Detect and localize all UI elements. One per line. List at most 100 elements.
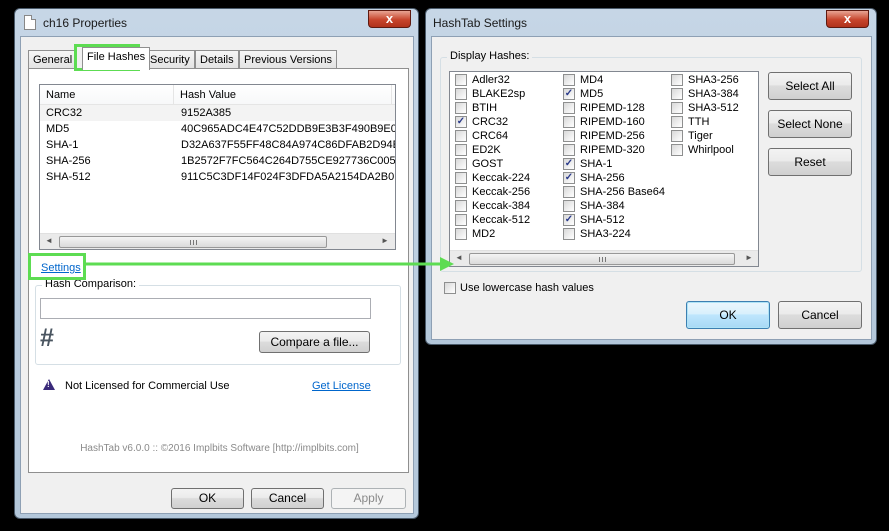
- hash-checkbox-label[interactable]: Keccak-224: [472, 172, 530, 184]
- hash-checkbox-label[interactable]: TTH: [688, 116, 709, 128]
- hash-checkbox[interactable]: [671, 130, 683, 142]
- hash-checkbox-label[interactable]: GOST: [472, 158, 503, 170]
- hash-checkbox[interactable]: ✓: [455, 116, 467, 128]
- hash-checkbox-label[interactable]: RIPEMD-128: [580, 102, 645, 114]
- reset-button[interactable]: Reset: [768, 148, 852, 176]
- scroll-thumb[interactable]: [469, 253, 735, 265]
- hash-checkbox-label[interactable]: RIPEMD-160: [580, 116, 645, 128]
- select-all-button[interactable]: Select All: [768, 72, 852, 100]
- hash-checkbox-label[interactable]: BLAKE2sp: [472, 88, 525, 100]
- hash-checkbox-label[interactable]: CRC32: [472, 116, 508, 128]
- hash-table[interactable]: Name Hash Value CRC32 9152A385 MD5 40C96…: [39, 84, 396, 250]
- tab-details[interactable]: Details: [195, 50, 239, 69]
- properties-cancel-button[interactable]: Cancel: [251, 488, 324, 509]
- hash-checkbox[interactable]: [455, 228, 467, 240]
- settings-close-button[interactable]: x: [826, 10, 869, 28]
- select-none-button[interactable]: Select None: [768, 110, 852, 138]
- hash-checkbox-label[interactable]: SHA-384: [580, 200, 625, 212]
- compare-file-button[interactable]: Compare a file...: [259, 331, 370, 353]
- hash-checkbox-label[interactable]: Keccak-512: [472, 214, 530, 226]
- hash-checkbox[interactable]: [671, 102, 683, 114]
- tab-general[interactable]: General: [28, 50, 78, 69]
- hash-comparison-input[interactable]: [40, 298, 371, 319]
- hash-checkbox-label[interactable]: Adler32: [472, 74, 510, 86]
- tab-previous-versions[interactable]: Previous Versions: [239, 50, 338, 69]
- hash-checkbox[interactable]: [563, 228, 575, 240]
- get-license-link[interactable]: Get License: [312, 380, 371, 392]
- settings-ok-button[interactable]: OK: [686, 301, 770, 329]
- hash-checkbox[interactable]: [671, 144, 683, 156]
- hash-checkbox-label[interactable]: BTIH: [472, 102, 497, 114]
- hash-checkbox[interactable]: ✓: [563, 214, 575, 226]
- hash-checkbox-label[interactable]: MD4: [580, 74, 603, 86]
- hash-checkbox-label[interactable]: SHA-1: [580, 158, 612, 170]
- properties-titlebar[interactable]: ch16 Properties x: [15, 9, 418, 35]
- table-row[interactable]: SHA-256 1B2572F7FC564C264D755CE927736C00…: [40, 153, 395, 169]
- lowercase-checkbox[interactable]: [444, 282, 456, 294]
- hash-checkbox[interactable]: [455, 172, 467, 184]
- hash-checkbox[interactable]: [563, 200, 575, 212]
- hash-checkbox[interactable]: [563, 144, 575, 156]
- hash-checkbox[interactable]: [671, 116, 683, 128]
- hash-checkbox-label[interactable]: MD2: [472, 228, 495, 240]
- hash-checkbox[interactable]: [455, 186, 467, 198]
- hash-checkbox-label[interactable]: MD5: [580, 88, 603, 100]
- scroll-right-arrow-icon[interactable]: ►: [377, 236, 393, 248]
- tab-file-hashes[interactable]: File Hashes: [82, 47, 151, 70]
- hash-checkbox[interactable]: ✓: [563, 88, 575, 100]
- hash-checkbox-label[interactable]: SHA3-256: [688, 74, 739, 86]
- hash-checkbox-label[interactable]: Keccak-384: [472, 200, 530, 212]
- hash-checkbox[interactable]: [671, 88, 683, 100]
- hash-checkbox-label[interactable]: SHA3-384: [688, 88, 739, 100]
- checkbox-list-scrollbar[interactable]: ◄ ►: [450, 250, 758, 266]
- hash-checkbox[interactable]: ✓: [563, 172, 575, 184]
- hash-checkbox[interactable]: [563, 102, 575, 114]
- properties-ok-button[interactable]: OK: [171, 488, 244, 509]
- hash-checkbox[interactable]: [455, 200, 467, 212]
- hash-checkbox-label[interactable]: SHA3-512: [688, 102, 739, 114]
- hash-checkbox-label[interactable]: SHA-512: [580, 214, 625, 226]
- hash-checkbox[interactable]: [455, 144, 467, 156]
- hash-checkbox[interactable]: [455, 158, 467, 170]
- column-header-name[interactable]: Name: [46, 89, 75, 101]
- hash-checkbox[interactable]: [455, 130, 467, 142]
- table-row[interactable]: SHA-512 911C5C3DF14F024F3DFDA5A2154DA2B0…: [40, 169, 395, 185]
- lowercase-label[interactable]: Use lowercase hash values: [460, 282, 594, 294]
- hash-checkbox[interactable]: [563, 116, 575, 128]
- hash-checkbox-label[interactable]: RIPEMD-256: [580, 130, 645, 142]
- column-divider[interactable]: [173, 85, 174, 104]
- scroll-right-arrow-icon[interactable]: ►: [741, 253, 757, 265]
- scroll-thumb[interactable]: [59, 236, 327, 248]
- properties-close-button[interactable]: x: [368, 10, 411, 28]
- tab-security[interactable]: Security: [145, 50, 195, 69]
- hash-checkbox-list[interactable]: Adler32 BLAKE2sp BTIH ✓ CRC32 CRC64 ED2K GOST Ke…: [449, 71, 759, 267]
- hash-table-scrollbar[interactable]: ◄ ►: [40, 233, 395, 249]
- hash-checkbox[interactable]: [563, 74, 575, 86]
- hash-checkbox-label[interactable]: SHA-256: [580, 172, 625, 184]
- hash-checkbox-label[interactable]: CRC64: [472, 130, 508, 142]
- scroll-left-arrow-icon[interactable]: ◄: [451, 253, 467, 265]
- hash-checkbox[interactable]: [563, 186, 575, 198]
- hash-checkbox[interactable]: [455, 102, 467, 114]
- hash-checkbox[interactable]: [455, 88, 467, 100]
- hash-checkbox[interactable]: [455, 74, 467, 86]
- scroll-left-arrow-icon[interactable]: ◄: [41, 236, 57, 248]
- hash-checkbox-label[interactable]: Tiger: [688, 130, 713, 142]
- hash-checkbox[interactable]: ✓: [563, 158, 575, 170]
- column-header-hash-value[interactable]: Hash Value: [180, 89, 236, 101]
- table-row[interactable]: CRC32 9152A385: [40, 105, 395, 121]
- hash-checkbox[interactable]: [455, 214, 467, 226]
- hash-checkbox-label[interactable]: RIPEMD-320: [580, 144, 645, 156]
- hash-checkbox-label[interactable]: Keccak-256: [472, 186, 530, 198]
- settings-cancel-button[interactable]: Cancel: [778, 301, 862, 329]
- table-row[interactable]: MD5 40C965ADC4E47C52DDB9E3B3F490B9E0: [40, 121, 395, 137]
- properties-apply-button[interactable]: Apply: [331, 488, 406, 509]
- hash-checkbox-label[interactable]: ED2K: [472, 144, 501, 156]
- hash-checkbox[interactable]: [563, 130, 575, 142]
- hash-checkbox-label[interactable]: SHA3-224: [580, 228, 631, 240]
- table-row[interactable]: SHA-1 D32A637F55FF48C84A974C86DFAB2D94E: [40, 137, 395, 153]
- hash-checkbox-label[interactable]: Whirlpool: [688, 144, 734, 156]
- settings-titlebar[interactable]: HashTab Settings x: [426, 9, 876, 35]
- hash-checkbox-label[interactable]: SHA-256 Base64: [580, 186, 665, 198]
- hash-checkbox[interactable]: [671, 74, 683, 86]
